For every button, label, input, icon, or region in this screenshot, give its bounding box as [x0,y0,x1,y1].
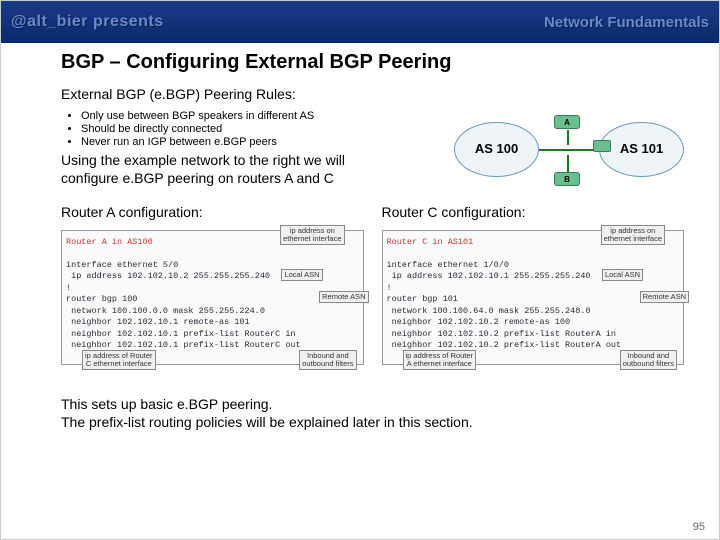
annot-ip: ip address onethernet interface [280,225,344,245]
example-text: Using the example network to the right w… [61,152,444,187]
annot-local-asn: Local ASN [602,269,643,281]
router-c-column: Router C configuration: ip address oneth… [382,204,685,365]
network-diagram: AS 100 AS 101 A B [454,110,684,190]
annot-filters: Inbound andoutbound filters [620,350,677,370]
rules-subtitle: External BGP (e.BGP) Peering Rules: [61,86,684,102]
router-a-icon: A [554,115,580,129]
slide-content: BGP – Configuring External BGP Peering E… [1,43,719,431]
rule-item: Never run an IGP between e.BGP peers [81,136,444,148]
rule-item: Only use between BGP speakers in differe… [81,110,444,122]
link [539,149,594,151]
annot-peer-ip: ip address of RouterC ethernet interface [82,350,156,370]
annot-filters: Inbound andoutbound filters [299,350,356,370]
annot-remote-asn: Remote ASN [640,291,689,303]
rule-item: Should be directly connected [81,123,444,135]
annot-local-asn: Local ASN [281,269,322,281]
router-b-icon: B [554,172,580,186]
link [567,130,569,145]
rules-list: Only use between BGP speakers in differe… [61,110,444,148]
annot-remote-asn: Remote ASN [319,291,368,303]
router-c-icon [593,140,611,152]
router-a-config: Router A in AS100 interface ethernet 5/0… [66,237,359,352]
as-cloud-right: AS 101 [599,122,684,177]
slide-header: @alt_bier presents Network Fundamentals [1,1,719,43]
router-a-column: Router A configuration: ip address oneth… [61,204,364,365]
router-a-config-box: ip address onethernet interface Local AS… [61,230,364,365]
top-row: Only use between BGP speakers in differe… [61,110,684,190]
page-title: BGP – Configuring External BGP Peering [61,51,684,74]
annot-ip: ip address onethernet interface [601,225,665,245]
summary-text: This sets up basic e.BGP peering. The pr… [61,395,684,431]
page-number: 95 [693,521,705,533]
router-c-title: Router C configuration: [382,204,685,220]
router-a-title: Router A configuration: [61,204,364,220]
annot-peer-ip: ip address of RouterA ethernet interface [403,350,477,370]
header-left: @alt_bier presents [11,13,164,31]
link [567,155,569,172]
router-c-config: Router C in AS101 interface ethernet 1/0… [387,237,680,352]
config-row: Router A configuration: ip address oneth… [61,204,684,365]
as-cloud-left: AS 100 [454,122,539,177]
header-right: Network Fundamentals [544,14,709,31]
router-c-config-box: ip address onethernet interface Local AS… [382,230,685,365]
